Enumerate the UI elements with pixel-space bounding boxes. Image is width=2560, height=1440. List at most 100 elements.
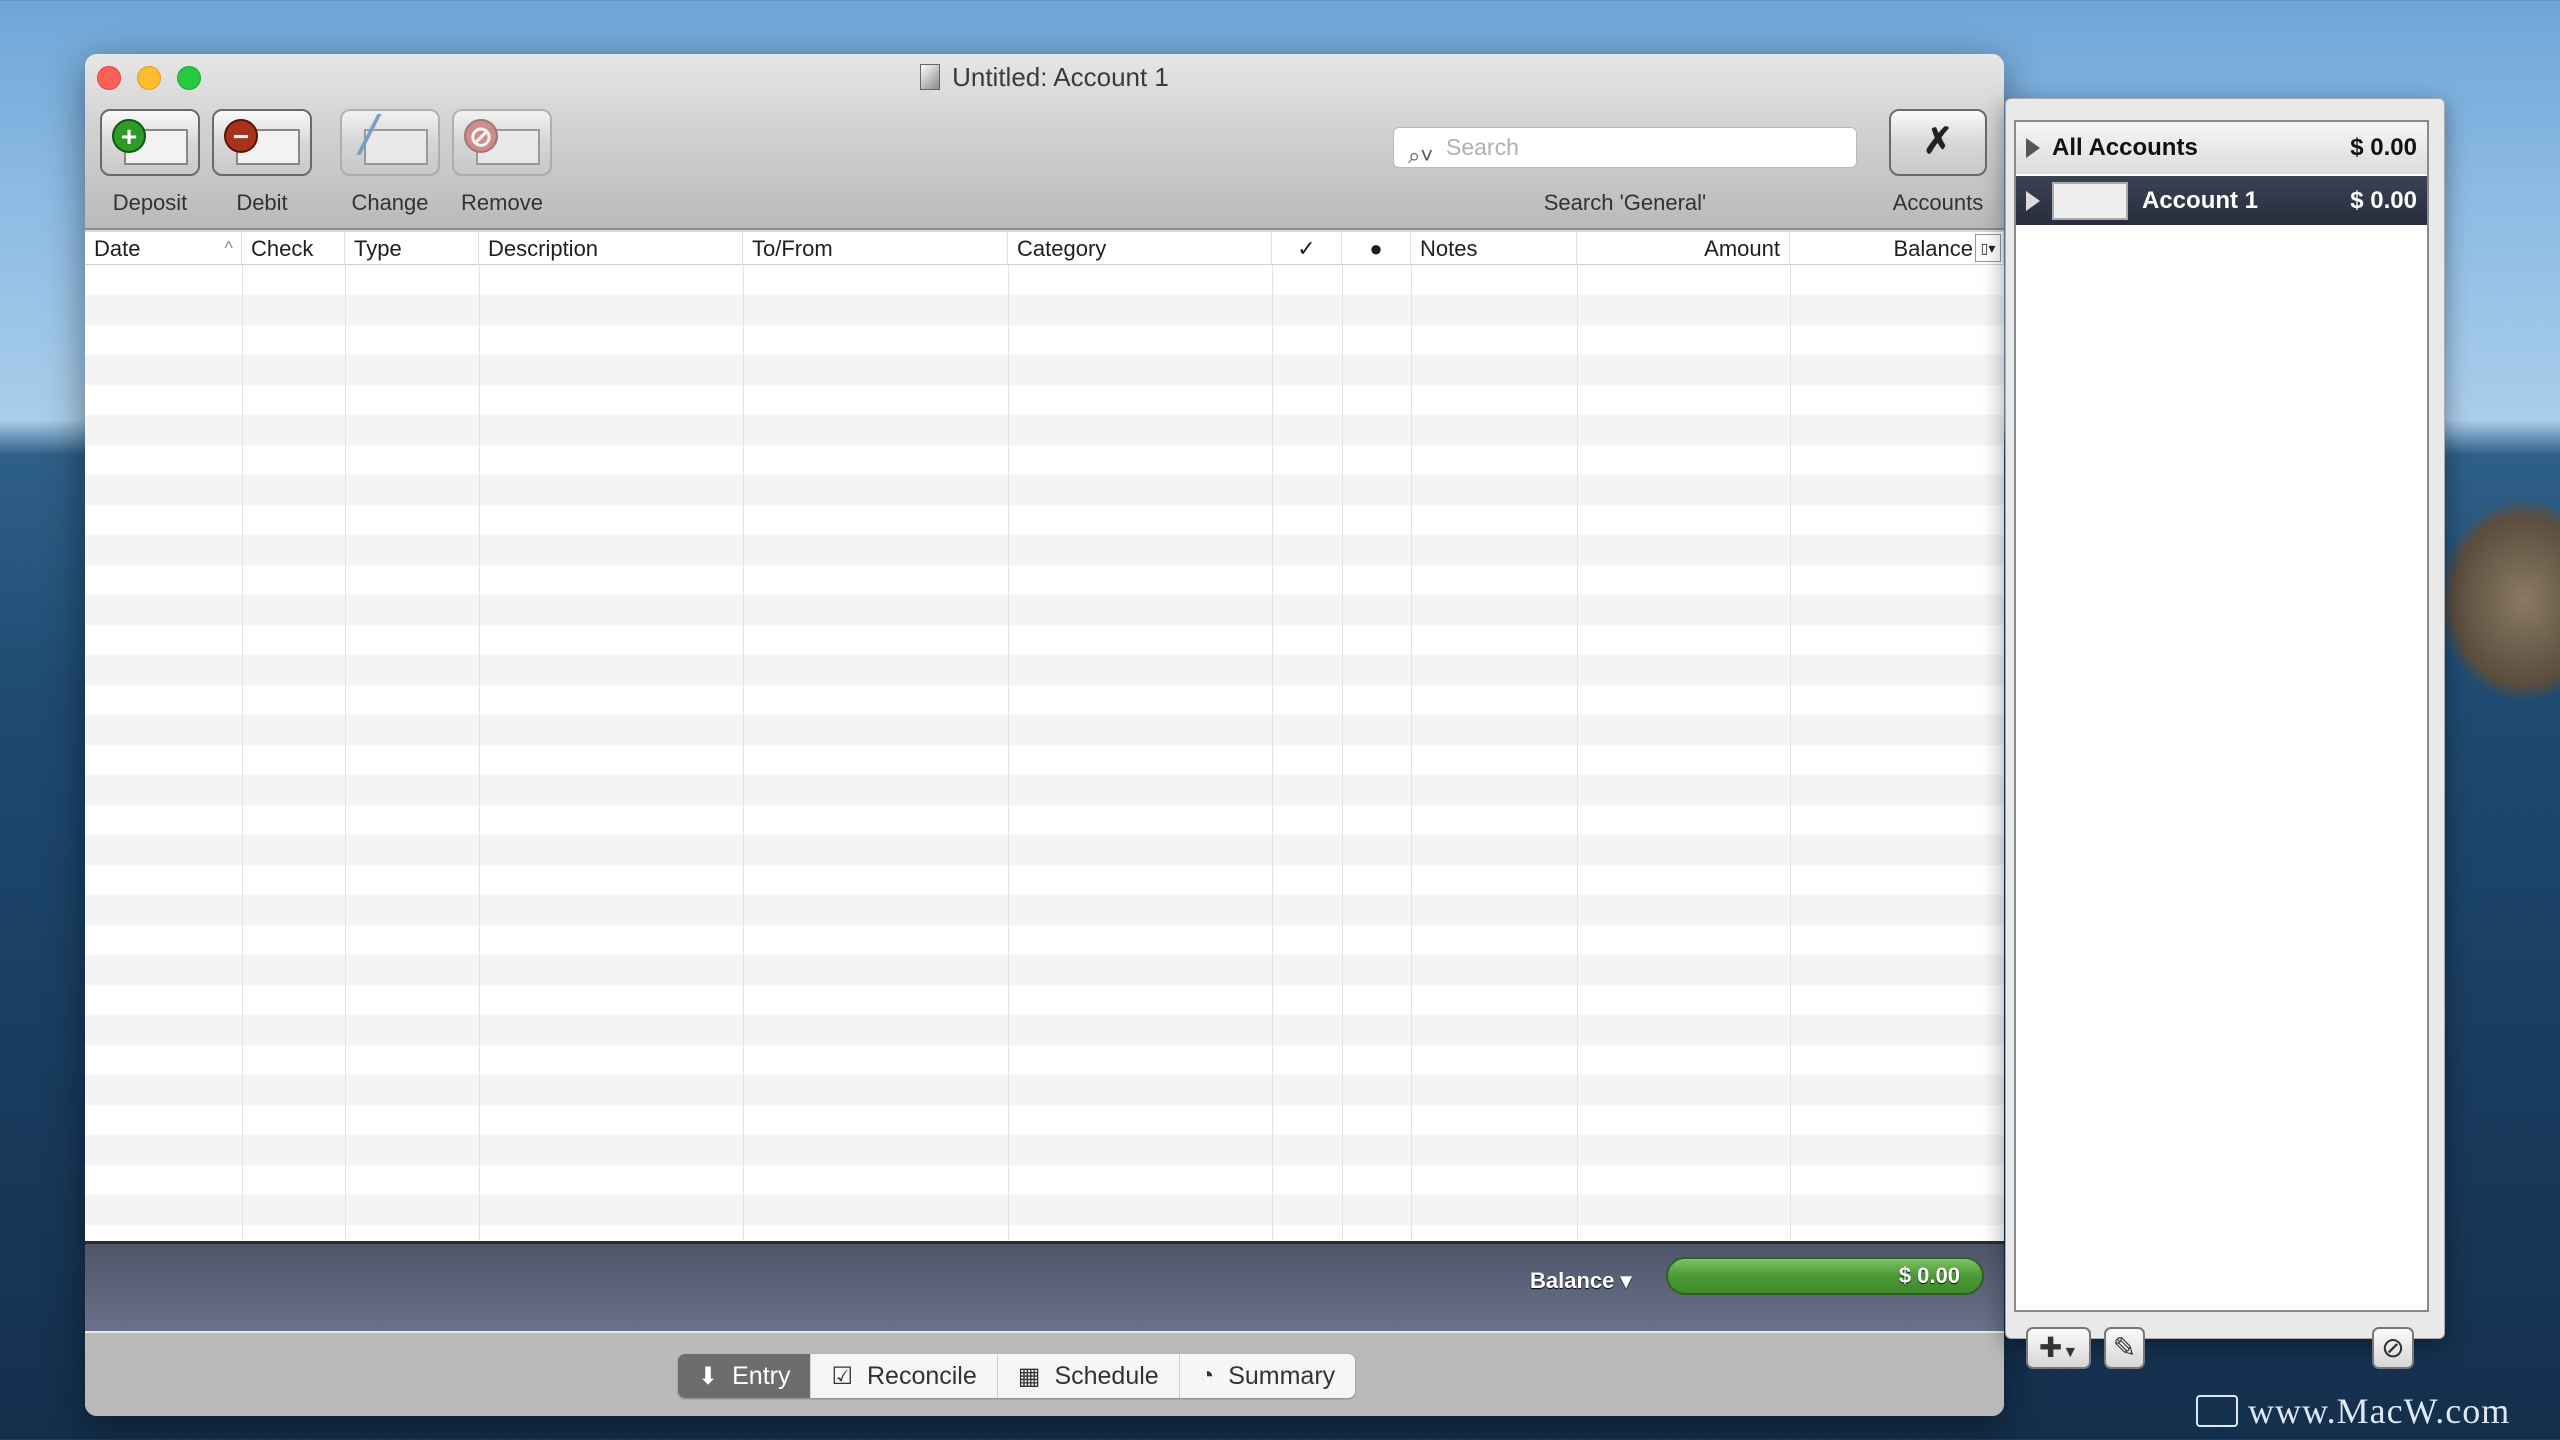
table-row[interactable] (85, 595, 2004, 625)
column-divider (1272, 265, 1273, 1241)
tab-label: Entry (732, 1361, 791, 1390)
account-name: All Accounts (2052, 134, 2198, 161)
minus-icon: − (224, 119, 258, 153)
table-row[interactable] (85, 625, 2004, 655)
column-divider (1577, 265, 1578, 1241)
remove-button[interactable]: ⊘ (452, 109, 552, 176)
change-label: Change (351, 190, 429, 215)
column-divider (1008, 265, 1009, 1241)
column-chooser-icon[interactable]: ▯▾ (1975, 234, 2001, 262)
table-row[interactable] (85, 955, 2004, 985)
account-row-all[interactable]: All Accounts $ 0.00 (2016, 122, 2427, 174)
table-row[interactable] (85, 505, 2004, 535)
desktop-cliff (2440, 500, 2560, 700)
table-row[interactable] (85, 1225, 2004, 1241)
table-row[interactable] (85, 895, 2004, 925)
column-balance[interactable]: Balance ▯▾ (1790, 232, 2004, 265)
column-date[interactable]: Date ^ (85, 232, 242, 265)
table-row[interactable] (85, 415, 2004, 445)
tab-reconcile[interactable]: ☑ Reconcile (811, 1354, 998, 1398)
checkbox-icon: ☑ (831, 1362, 853, 1390)
table-row[interactable] (85, 475, 2004, 505)
table-row[interactable] (85, 1075, 2004, 1105)
tab-label: Schedule (1054, 1361, 1159, 1390)
table-row[interactable] (85, 685, 2004, 715)
main-window: Untitled: Account 1 + Deposit − Debit ╱ … (85, 54, 2004, 1416)
table-row[interactable] (85, 715, 2004, 745)
tab-schedule[interactable]: ▦ Schedule (998, 1354, 1180, 1398)
column-notes[interactable]: Notes (1411, 232, 1577, 265)
table-row[interactable] (85, 805, 2004, 835)
column-divider (345, 265, 346, 1241)
table-row[interactable] (85, 295, 2004, 325)
column-divider (1411, 265, 1412, 1241)
document-icon (920, 64, 941, 90)
table-row[interactable] (85, 1045, 2004, 1075)
pencil-icon: ✎ (2112, 1332, 2137, 1363)
edit-account-button[interactable]: ✎ (2104, 1327, 2145, 1369)
search-input[interactable]: ⌕˅ Search (1393, 127, 1857, 168)
prohibit-icon: ⊘ (464, 119, 498, 153)
column-date-label: Date (94, 236, 141, 261)
table-row[interactable] (85, 775, 2004, 805)
window-title: Untitled: Account 1 (85, 62, 2004, 93)
change-button[interactable]: ╱ (340, 109, 440, 176)
table-row[interactable] (85, 445, 2004, 475)
column-to-from[interactable]: To/From (743, 232, 1008, 265)
table-row[interactable] (85, 1195, 2004, 1225)
debit-label: Debit (236, 190, 288, 215)
disclosure-triangle-icon[interactable] (2026, 190, 2040, 211)
watermark-text: www.MacW.com (2248, 1391, 2511, 1431)
column-divider (743, 265, 744, 1241)
column-description[interactable]: Description (479, 232, 743, 265)
balance-bar: Balance ▾ $ 0.00 (85, 1241, 2004, 1331)
column-amount[interactable]: Amount (1577, 232, 1790, 265)
table-row[interactable] (85, 655, 2004, 685)
table-row[interactable] (85, 1105, 2004, 1135)
table-row[interactable] (85, 265, 2004, 295)
tab-summary[interactable]: ◔ Summary (1180, 1354, 1355, 1398)
add-account-button[interactable]: ✚▼ (2026, 1327, 2091, 1369)
column-type[interactable]: Type (345, 232, 479, 265)
deposit-button[interactable]: + (100, 109, 200, 176)
search-scope-label: Search 'General' (1543, 190, 1707, 215)
accounts-list: All Accounts $ 0.00 Account 1 $ 0.00 (2014, 120, 2429, 1312)
table-row[interactable] (85, 1015, 2004, 1045)
table-row[interactable] (85, 985, 2004, 1015)
tab-entry[interactable]: ⬇ Entry (678, 1354, 812, 1398)
plus-icon: ✚ (2038, 1332, 2063, 1363)
disclosure-triangle-icon[interactable] (2026, 138, 2040, 158)
table-row[interactable] (85, 565, 2004, 595)
account-row-account-1[interactable]: Account 1 $ 0.00 (2016, 176, 2427, 225)
table-row[interactable] (85, 1135, 2004, 1165)
search-icon: ⌕˅ (1408, 143, 1434, 168)
delete-account-button[interactable]: ⊘ (2372, 1327, 2414, 1369)
column-divider (242, 265, 243, 1241)
column-divider (1342, 265, 1343, 1241)
watermark: www.MacW.com (2196, 1390, 2510, 1432)
balance-dropdown[interactable]: Balance ▾ (1530, 1268, 1632, 1294)
table-row[interactable] (85, 835, 2004, 865)
table-row[interactable] (85, 535, 2004, 565)
table-row[interactable] (85, 865, 2004, 895)
plus-icon: + (112, 119, 146, 153)
column-cleared[interactable]: ✓ (1272, 232, 1342, 265)
balance-value: $ 0.00 (1666, 1257, 1984, 1295)
table-row[interactable] (85, 325, 2004, 355)
monitor-logo-icon (2196, 1395, 2238, 1427)
debit-button[interactable]: − (212, 109, 312, 176)
table-row[interactable] (85, 1165, 2004, 1195)
tab-label: Summary (1228, 1361, 1336, 1390)
calendar-icon: ▦ (1017, 1362, 1041, 1390)
table-row[interactable] (85, 385, 2004, 415)
column-category[interactable]: Category (1008, 232, 1272, 265)
table-row[interactable] (85, 745, 2004, 775)
accounts-button[interactable]: ✗ (1889, 109, 1987, 176)
table-row[interactable] (85, 355, 2004, 385)
account-amount: $ 0.00 (2350, 134, 2417, 161)
table-row[interactable] (85, 925, 2004, 955)
column-reconciled[interactable]: ● (1342, 232, 1411, 265)
column-check[interactable]: Check (242, 232, 345, 265)
sort-ascending-icon: ^ (224, 238, 233, 258)
account-name: Account 1 (2142, 186, 2259, 214)
